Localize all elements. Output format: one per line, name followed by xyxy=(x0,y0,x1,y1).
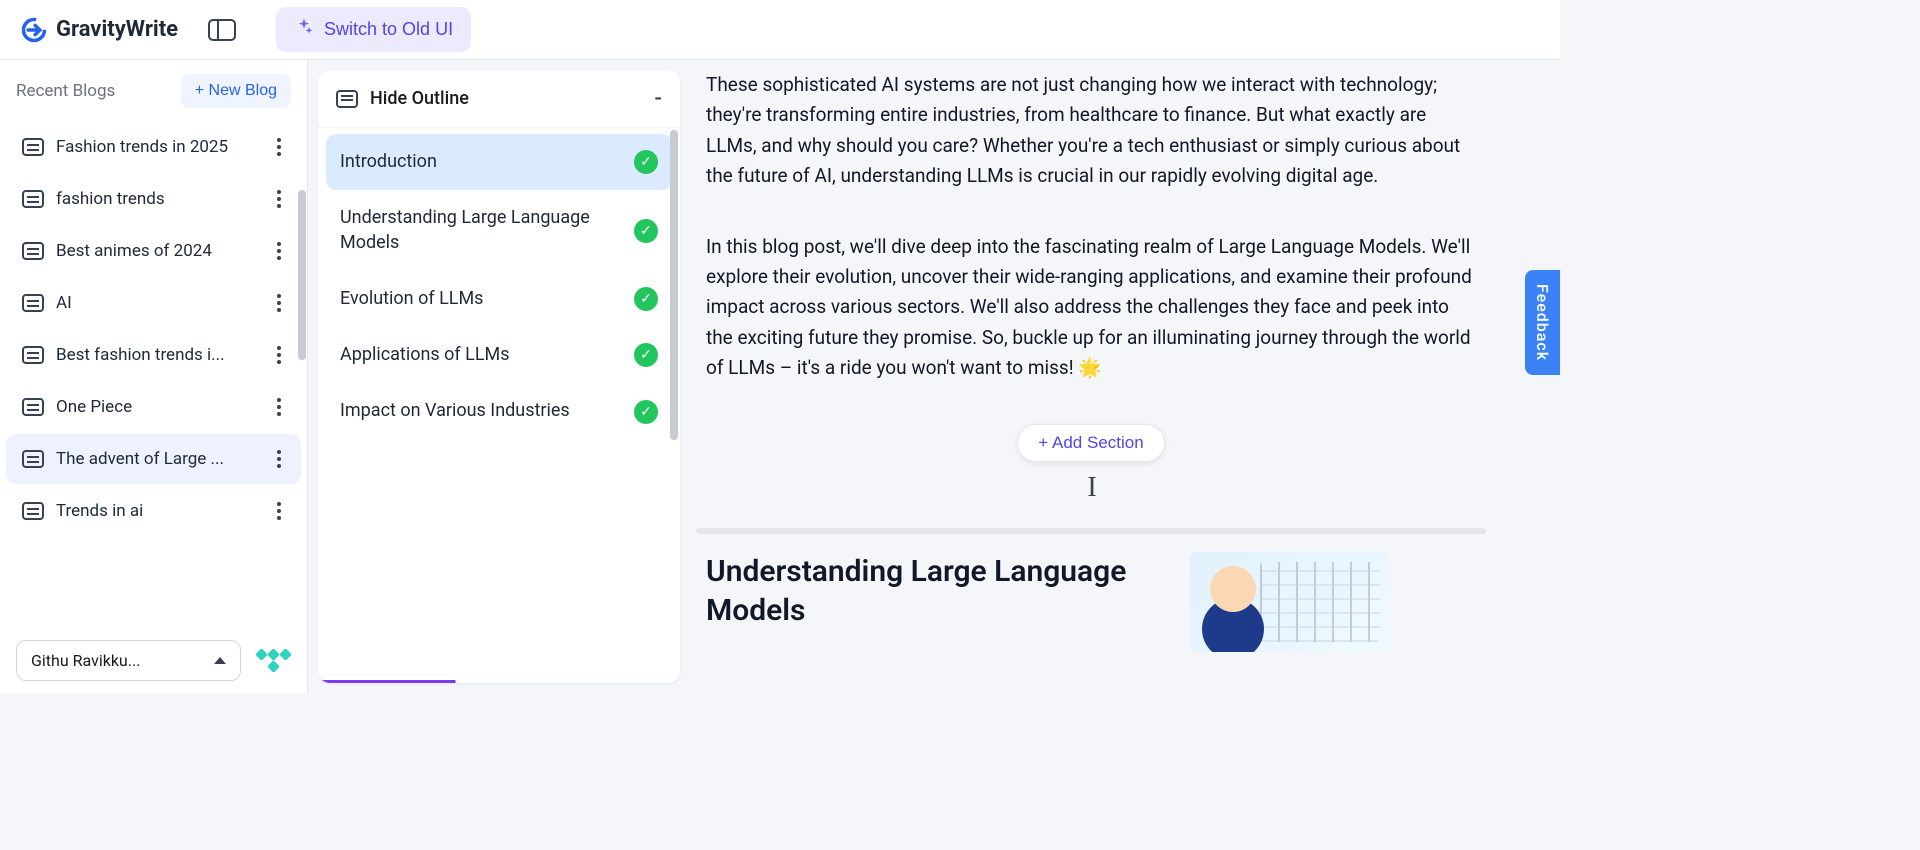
kebab-icon[interactable] xyxy=(273,498,285,524)
apps-widget-icon[interactable] xyxy=(255,643,291,679)
blog-list: Fashion trends in 2025 fashion trends Be… xyxy=(0,120,307,693)
toggle-sidebar-icon[interactable] xyxy=(208,19,236,41)
doc-icon xyxy=(22,242,44,260)
blog-title: Trends in ai xyxy=(56,501,261,521)
outline-item[interactable]: Understanding Large Language Models ✓ xyxy=(326,190,672,271)
outline-item[interactable]: Impact on Various Industries ✓ xyxy=(326,383,672,439)
doc-icon xyxy=(22,138,44,156)
outline-item-label: Understanding Large Language Models xyxy=(340,206,622,255)
hide-outline-button[interactable]: Hide Outline - xyxy=(318,70,680,128)
paragraph[interactable]: In this blog post, we'll dive deep into … xyxy=(706,232,1476,384)
editor-area: These sophisticated AI systems are not j… xyxy=(696,60,1560,693)
check-icon: ✓ xyxy=(634,219,658,243)
blog-title: Best animes of 2024 xyxy=(56,241,261,261)
sparkle-icon xyxy=(294,17,314,42)
doc-icon xyxy=(22,190,44,208)
brand-name: GravityWrite xyxy=(56,17,178,42)
recent-blogs-label: Recent Blogs xyxy=(16,81,115,101)
kebab-icon[interactable] xyxy=(273,394,285,420)
kebab-icon[interactable] xyxy=(273,186,285,212)
outline-header-label: Hide Outline xyxy=(370,88,469,109)
topbar: GravityWrite Switch to Old UI xyxy=(0,0,1560,60)
outline-panel: Hide Outline - Introduction ✓ Understand… xyxy=(318,70,680,683)
kebab-icon[interactable] xyxy=(273,238,285,264)
blog-item[interactable]: Best animes of 2024 xyxy=(6,226,301,276)
collapse-icon: - xyxy=(655,86,662,111)
switch-ui-label: Switch to Old UI xyxy=(324,19,453,40)
section-heading[interactable]: Understanding Large Language Models xyxy=(706,552,1166,630)
outline-item[interactable]: Evolution of LLMs ✓ xyxy=(326,271,672,327)
paragraph[interactable]: These sophisticated AI systems are not j… xyxy=(706,70,1476,192)
blog-item[interactable]: One Piece xyxy=(6,382,301,432)
kebab-icon[interactable] xyxy=(273,446,285,472)
outline-progress-bar xyxy=(318,680,680,683)
brand-logo[interactable]: GravityWrite xyxy=(20,16,178,44)
check-icon: ✓ xyxy=(634,150,658,174)
outline-item-label: Impact on Various Industries xyxy=(340,399,622,423)
doc-icon xyxy=(22,346,44,364)
outline-item-label: Applications of LLMs xyxy=(340,343,622,367)
blog-title: Fashion trends in 2025 xyxy=(56,137,261,157)
user-menu-button[interactable]: Githu Ravikku... xyxy=(16,640,241,681)
kebab-icon[interactable] xyxy=(273,134,285,160)
new-blog-button[interactable]: + New Blog xyxy=(181,74,291,108)
doc-icon xyxy=(22,450,44,468)
sidebar: Recent Blogs + New Blog Fashion trends i… xyxy=(0,60,308,693)
kebab-icon[interactable] xyxy=(273,290,285,316)
blog-item[interactable]: fashion trends xyxy=(6,174,301,224)
outline-scrollbar[interactable] xyxy=(670,130,678,440)
doc-icon xyxy=(22,294,44,312)
check-icon: ✓ xyxy=(634,287,658,311)
text-cursor-icon: I xyxy=(706,466,1476,511)
blog-title: fashion trends xyxy=(56,189,261,209)
blog-item[interactable]: The advent of Large ... xyxy=(6,434,301,484)
outline-list: Introduction ✓ Understanding Large Langu… xyxy=(318,128,680,683)
editor-content[interactable]: These sophisticated AI systems are not j… xyxy=(706,70,1476,652)
logo-icon xyxy=(20,16,48,44)
doc-icon xyxy=(22,398,44,416)
section-divider xyxy=(696,528,1486,534)
outline-icon xyxy=(336,90,358,108)
blog-item[interactable]: Best fashion trends i... xyxy=(6,330,301,380)
blog-title: One Piece xyxy=(56,397,261,417)
feedback-tab[interactable]: Feedback xyxy=(1525,270,1560,375)
outline-item[interactable]: Applications of LLMs ✓ xyxy=(326,327,672,383)
blog-item[interactable]: AI xyxy=(6,278,301,328)
check-icon: ✓ xyxy=(634,343,658,367)
outline-item-label: Introduction xyxy=(340,150,622,174)
add-section-button[interactable]: + Add Section xyxy=(1017,424,1164,462)
chevron-up-icon xyxy=(214,657,226,664)
blog-item[interactable]: Fashion trends in 2025 xyxy=(6,122,301,172)
switch-ui-button[interactable]: Switch to Old UI xyxy=(276,7,471,52)
outline-item-label: Evolution of LLMs xyxy=(340,287,622,311)
blog-title: AI xyxy=(56,293,261,313)
user-name: Githu Ravikku... xyxy=(31,651,140,670)
blog-title: The advent of Large ... xyxy=(56,449,261,469)
kebab-icon[interactable] xyxy=(273,342,285,368)
blog-item[interactable]: Trends in ai xyxy=(6,486,301,536)
sidebar-scrollbar[interactable] xyxy=(298,190,306,360)
blog-title: Best fashion trends i... xyxy=(56,345,261,365)
section-illustration xyxy=(1190,552,1390,652)
doc-icon xyxy=(22,502,44,520)
outline-item[interactable]: Introduction ✓ xyxy=(326,134,672,190)
check-icon: ✓ xyxy=(634,400,658,424)
